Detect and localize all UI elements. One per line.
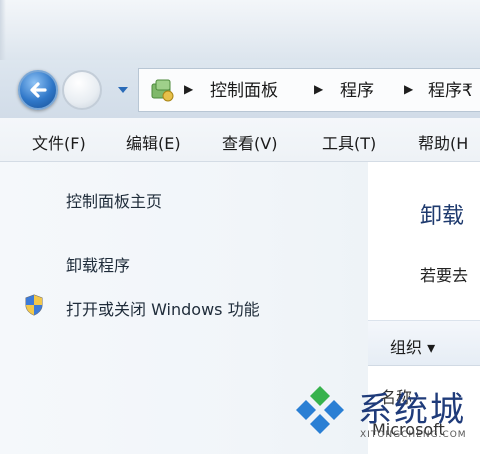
menu-edit[interactable]: 编辑(E) [126, 130, 181, 154]
menu-tools[interactable]: 工具(T) [322, 130, 376, 154]
breadcrumb-separator-icon[interactable]: ▶ [404, 82, 413, 96]
nav-control-panel-home[interactable]: 控制面板主页 [66, 188, 162, 212]
watermark-logo [290, 384, 350, 438]
chevron-down-icon [118, 87, 128, 93]
breadcrumb-control-panel[interactable]: 控制面板 [210, 76, 278, 101]
back-arrow-icon [30, 82, 47, 98]
breadcrumb-programs[interactable]: 程序 [340, 76, 374, 101]
watermark-text: 系统城 [358, 390, 466, 430]
menu-file[interactable]: 文件(F) [32, 130, 86, 154]
menu-help[interactable]: 帮助(H [418, 130, 468, 154]
recent-pages-dropdown[interactable] [116, 82, 130, 96]
organize-button[interactable]: 组织 ▾ [390, 334, 435, 358]
window-title-bar [0, 0, 480, 60]
nav-turn-windows-features[interactable]: 打开或关闭 Windows 功能 [66, 296, 260, 320]
watermark-subtext: XITONGCHENG.COM [360, 430, 467, 440]
content-description: 若要去 [420, 266, 469, 285]
content-heading: 卸载 [420, 204, 465, 229]
breadcrumb-separator-icon[interactable]: ▶ [184, 82, 193, 96]
breadcrumb-programs-and-features[interactable]: 程序₹ [428, 76, 473, 101]
breadcrumb-separator-icon[interactable]: ▶ [314, 82, 323, 96]
menu-view[interactable]: 查看(V) [222, 130, 277, 154]
back-button[interactable] [18, 70, 58, 110]
uac-shield-icon [24, 294, 44, 316]
control-panel-icon [148, 76, 176, 104]
nav-uninstall-program[interactable]: 卸载程序 [66, 252, 130, 276]
forward-button[interactable] [62, 70, 102, 110]
